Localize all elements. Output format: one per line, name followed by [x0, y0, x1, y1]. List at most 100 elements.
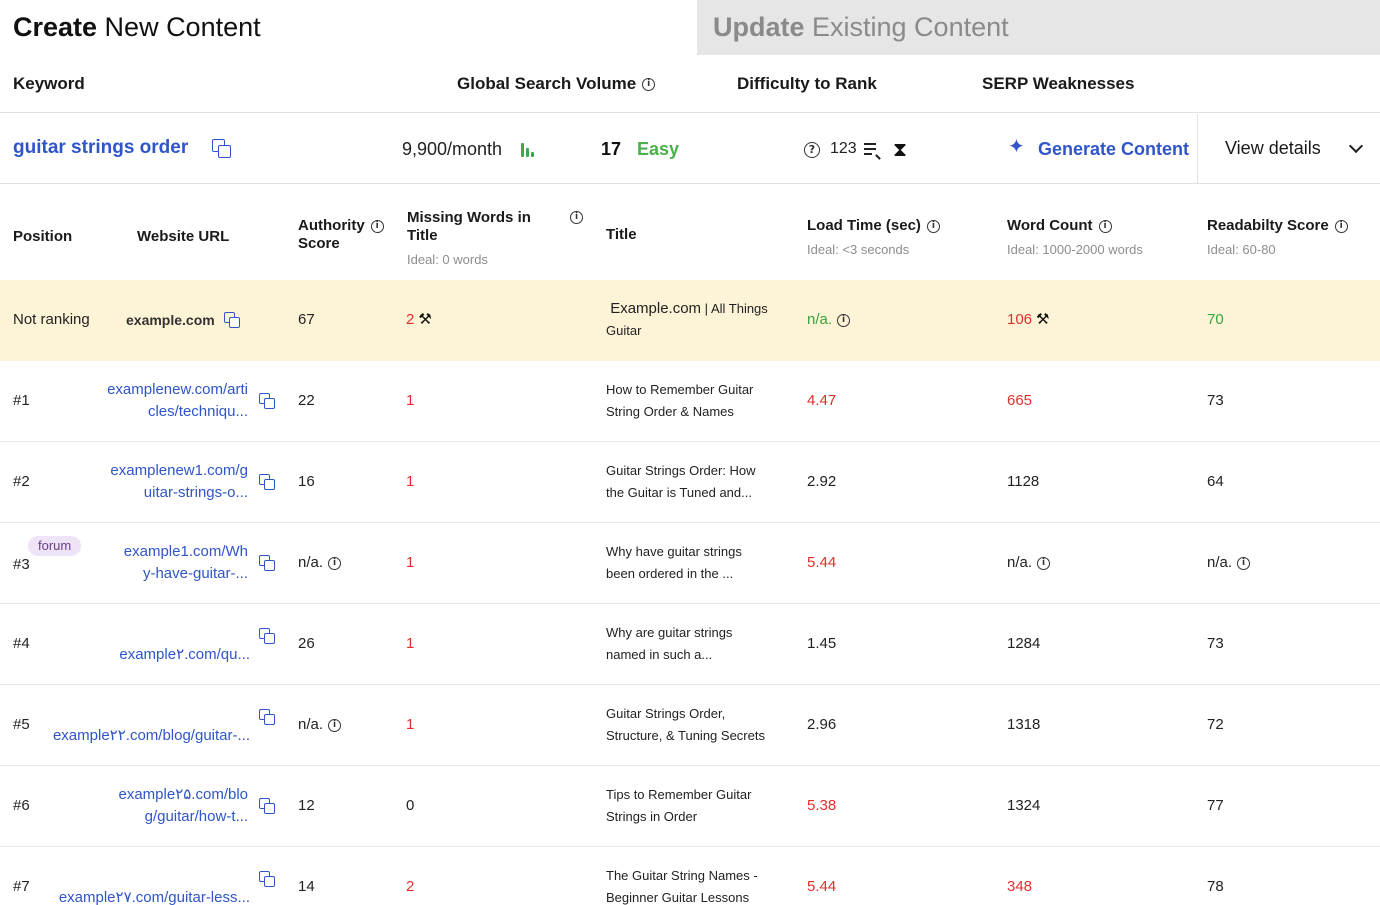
view-details-button[interactable]: View details [1225, 138, 1321, 159]
copy-icon[interactable] [224, 312, 240, 328]
title-line1: Guitar Strings Order: How [606, 463, 756, 478]
info-icon[interactable]: i [1237, 556, 1251, 570]
copy-icon[interactable] [259, 393, 275, 409]
load-time-cell: 2.96 [807, 716, 837, 733]
authority-cell: 12 [298, 795, 315, 817]
title-cell: Why are guitar strings named in such a..… [606, 622, 796, 666]
title-line2: Guitar [606, 323, 642, 338]
readability-cell: 70 [1207, 311, 1224, 328]
tab-create-bold: Create [13, 12, 98, 42]
tab-update-bold: Update [713, 12, 805, 42]
title-cell: Guitar Strings Order: How the Guitar is … [606, 460, 796, 504]
word-count-cell: 1318 [1007, 714, 1040, 736]
word-count-cell: 106 ⚒ [1007, 309, 1049, 331]
missing-words-value: 2 [406, 311, 415, 328]
copy-icon[interactable] [259, 628, 275, 644]
col-words-label: Word Count [1007, 217, 1093, 234]
col-readability: Readabilty Score i Ideal: 60-80 [1207, 217, 1348, 259]
info-icon[interactable]: i [1334, 219, 1348, 233]
readability-cell: 73 [1207, 633, 1224, 655]
generate-content-button[interactable]: Generate Content [1038, 139, 1189, 160]
tab-update-existing-content[interactable]: Update Existing Content [697, 0, 1380, 55]
table-row: #2 examplenew1.com/g uitar-strings-o... 1… [0, 442, 1380, 523]
url-line1: examplenew.com/arti [107, 381, 248, 398]
col-load-ideal: Ideal: <3 seconds [807, 242, 910, 257]
url-cell[interactable]: example۲۲.com/blog/guitar-... [53, 725, 250, 747]
title-cell: Guitar Strings Order, Structure, & Tunin… [606, 703, 796, 747]
word-count-cell: 1128 [1007, 471, 1039, 493]
tab-create-new-content[interactable]: Create New Content [0, 0, 697, 55]
word-count-value: 1324 [1007, 797, 1041, 814]
word-count-cell: n/a. i [1007, 552, 1051, 574]
title-line1b: | All Things [701, 301, 768, 316]
position-cell: #1 [13, 392, 30, 409]
info-icon[interactable]: i [570, 211, 583, 224]
hammer-icon[interactable]: ⚒ [418, 309, 431, 331]
tab-update-rest: Existing Content [804, 12, 1009, 42]
info-icon[interactable]: i [1037, 556, 1051, 570]
title-cell: Why have guitar strings been ordered in … [606, 541, 796, 585]
bar-chart-icon[interactable] [520, 141, 536, 157]
col-load-label: Load Time (sec) [807, 217, 921, 234]
question-icon[interactable]: ? [804, 142, 820, 158]
missing-words-cell: 0 [406, 797, 415, 814]
copy-icon[interactable] [259, 474, 275, 490]
table-row: forum #3 example1.com/Wh y-have-guitar-..… [0, 523, 1380, 604]
readability-value: 78 [1207, 878, 1224, 895]
info-icon[interactable]: i [1098, 219, 1112, 233]
word-count-cell: 348 [1007, 876, 1032, 898]
info-icon[interactable]: i [328, 718, 342, 732]
url-cell[interactable]: example۲۵.com/blo g/guitar/how-t... [119, 784, 249, 828]
missing-words-cell: 2 ⚒ [406, 309, 432, 331]
url-cell[interactable]: example.com [126, 309, 215, 331]
copy-icon[interactable] [212, 139, 232, 159]
keyword-link[interactable]: guitar strings order [13, 137, 188, 159]
url-cell[interactable]: example۲.com/qu... [119, 644, 250, 666]
hammer-icon[interactable]: ⚒ [1036, 309, 1049, 331]
title-cell: How to Remember Guitar String Order & Na… [606, 379, 796, 423]
authority-cell: n/a. i [298, 714, 342, 736]
authority-value: n/a. [298, 554, 324, 571]
title-line1a: Example.com [610, 300, 702, 317]
info-icon[interactable]: i [370, 219, 384, 233]
col-load-time: Load Time (sec) i Ideal: <3 seconds [807, 217, 940, 259]
authority-value: 16 [298, 473, 315, 490]
copy-icon[interactable] [259, 798, 275, 814]
url-line1: examplenew1.com/g [110, 462, 248, 479]
authority-cell: n/a. i [298, 552, 342, 574]
copy-icon[interactable] [259, 709, 275, 725]
authority-cell: 14 [298, 876, 315, 898]
word-count-cell: 1324 [1007, 795, 1040, 817]
title-line2: Strings in Order [606, 809, 698, 824]
url-cell[interactable]: examplenew1.com/g uitar-strings-o... [110, 460, 248, 504]
url-cell[interactable]: examplenew.com/arti cles/techniqu... [107, 379, 248, 423]
load-time-cell: 1.45 [807, 635, 837, 652]
col-words-ideal: Ideal: 1000-2000 words [1007, 242, 1143, 257]
load-time-value: n/a. [807, 311, 833, 328]
position-cell: #4 [13, 635, 30, 652]
col-position: Position [13, 228, 73, 245]
title-line2: Structure, & Tuning Secrets [606, 728, 765, 743]
info-icon[interactable]: i [642, 78, 656, 92]
copy-icon[interactable] [259, 871, 275, 887]
readability-value: 77 [1207, 797, 1224, 814]
copy-icon[interactable] [259, 555, 275, 571]
missing-words-cell: 1 [406, 635, 415, 652]
url-line1: example۲۵.com/blo [118, 786, 249, 803]
info-icon[interactable]: i [837, 313, 851, 327]
word-count-value: 348 [1007, 878, 1033, 895]
info-icon[interactable]: i [328, 556, 342, 570]
info-icon[interactable]: i [926, 219, 940, 233]
url-cell[interactable]: example1.com/Wh y-have-guitar-... [124, 541, 248, 585]
chevron-down-icon[interactable] [1348, 138, 1364, 154]
col-missing-line1: Missing Words in [407, 209, 531, 226]
hourglass-icon: ⧗ [893, 139, 908, 161]
missing-words-cell: 1 [406, 716, 415, 733]
load-time-cell: 5.38 [807, 797, 837, 814]
position-cell: #7 [13, 878, 30, 895]
difficulty-score: 17 [601, 139, 622, 159]
authority-cell: 26 [298, 633, 315, 655]
url-cell[interactable]: example۲۷.com/guitar-less... [59, 887, 250, 905]
load-time-cell: 5.44 [807, 554, 837, 571]
title-line2: String Order & Names [606, 404, 734, 419]
